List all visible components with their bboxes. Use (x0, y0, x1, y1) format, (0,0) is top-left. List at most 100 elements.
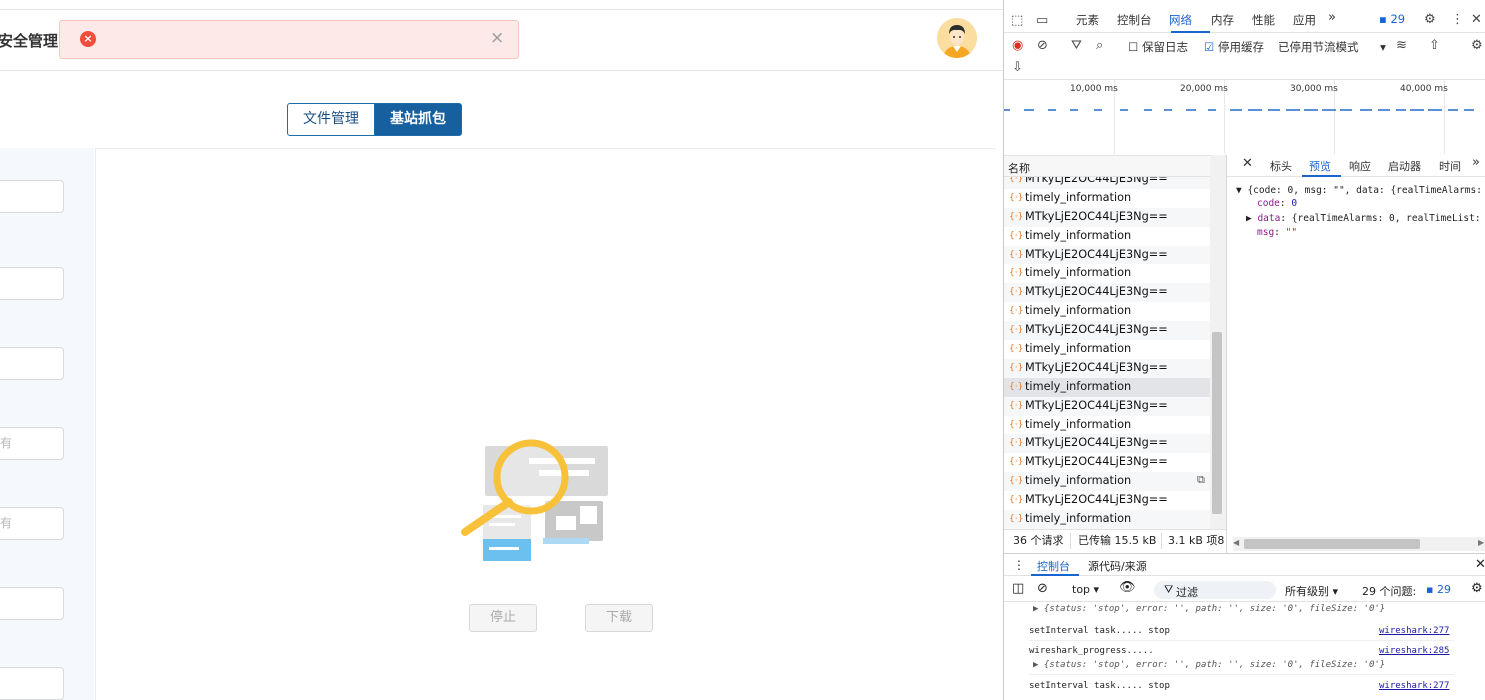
request-row[interactable]: {·} MTkyLjE2OC44LjE3Ng== (1004, 434, 1210, 454)
request-row[interactable]: {·} MTkyLjE2OC44LjE3Ng== (1004, 453, 1210, 472)
filter-select-5[interactable]: 有 (0, 507, 64, 540)
timeline-request-mark (1464, 109, 1474, 111)
close-devtools-icon[interactable]: ✕ (1471, 12, 1482, 28)
network-conditions-icon[interactable]: ≋ (1396, 38, 1407, 54)
stop-button[interactable]: 停止 (469, 604, 537, 632)
request-row[interactable]: {·} MTkyLjE2OC44LjE3Ng== (1004, 396, 1210, 416)
tab-initiator[interactable]: 启动器 (1388, 158, 1421, 174)
console-log-text: setInterval task..... stop (1029, 626, 1170, 636)
request-row[interactable]: {·} timely_information (1004, 472, 1210, 492)
request-row[interactable]: {·} timely_information (1004, 227, 1210, 246)
network-settings-icon[interactable]: ⚙ (1471, 38, 1483, 54)
request-name: MTkyLjE2OC44LjE3Ng== (1025, 323, 1168, 337)
request-name: MTkyLjE2OC44LjE3Ng== (1025, 398, 1168, 412)
search-icon[interactable]: ⌕ (1096, 38, 1103, 54)
preview-hscroll-thumb[interactable] (1244, 539, 1420, 549)
console-filter-input[interactable]: ⛛ 过滤 (1154, 581, 1276, 599)
name-column-header[interactable]: 名称 (1008, 160, 1030, 176)
scroll-left-icon[interactable]: ◀ (1233, 538, 1239, 547)
filter-input-7[interactable] (0, 667, 64, 700)
timeline-request-mark (1378, 109, 1390, 111)
drawer-menu-icon[interactable]: ⋮ (1013, 558, 1025, 572)
download-button[interactable]: 下载 (585, 604, 653, 632)
request-row[interactable]: {·} MTkyLjE2OC44LjE3Ng== (1004, 207, 1210, 227)
request-row[interactable]: {·} timely_information (1004, 189, 1210, 208)
console-log-source-link[interactable]: wireshark:277 (1379, 681, 1449, 691)
xhr-request-icon: {·} (1009, 476, 1024, 487)
json-data-line[interactable]: ▶ data: {realTimeAlarms: 0, realTimeList… (1246, 213, 1485, 224)
request-row[interactable]: {·} MTkyLjE2OC44LjE3Ng== (1004, 245, 1210, 265)
scroll-right-icon[interactable]: ▶ (1478, 538, 1484, 547)
open-in-new-icon[interactable]: ⧉ (1197, 473, 1205, 487)
more-detail-tabs-icon[interactable]: » (1472, 155, 1480, 170)
tab-preview[interactable]: 预览 (1309, 158, 1331, 174)
filter-input-2[interactable] (0, 267, 64, 300)
preview-tab-indicator (1302, 175, 1341, 177)
request-row[interactable]: {·} MTkyLjE2OC44LjE3Ng== (1004, 491, 1210, 510)
sidebar-toggle-icon[interactable]: ◫ (1012, 581, 1024, 596)
drawer-tab-sources[interactable]: 源代码/来源 (1088, 558, 1147, 574)
devtools-tab-console[interactable]: 控制台 (1117, 12, 1152, 28)
filter-input-6[interactable] (0, 587, 64, 620)
close-drawer-icon[interactable]: ✕ (1475, 557, 1485, 572)
throttle-select[interactable]: 已停用节流模式 ▾ (1278, 39, 1386, 55)
live-expression-eye-icon[interactable]: 👁 (1119, 580, 1136, 595)
tab-response[interactable]: 响应 (1349, 158, 1371, 174)
request-row[interactable]: {·} timely_information (1004, 302, 1210, 321)
import-har-icon[interactable]: ⇧ (1429, 38, 1440, 54)
record-stop-icon[interactable]: ◉ (1012, 38, 1023, 54)
console-issues-badge[interactable]: ▪ 29 (1426, 583, 1451, 596)
request-row[interactable]: {·} MTkyLjE2OC44LjE3Ng== (1004, 283, 1210, 303)
log-levels-select[interactable]: 所有级别 ▾ (1285, 583, 1338, 599)
request-row[interactable]: {·} MTkyLjE2OC44LjE3Ng== (1004, 358, 1210, 378)
tab-base-station-capture[interactable]: 基站抓包 (374, 103, 462, 136)
devtools-tab-network[interactable]: 网络 (1169, 12, 1192, 28)
more-tabs-icon[interactable]: » (1328, 10, 1336, 25)
filter-input-1[interactable] (0, 180, 64, 213)
request-list-scroll-thumb[interactable] (1212, 332, 1222, 514)
toast-close-icon[interactable]: × (490, 28, 504, 48)
request-row[interactable]: {·} timely_information (1004, 416, 1210, 435)
request-row[interactable]: {·} timely_information (1004, 510, 1210, 529)
issues-badge[interactable]: ▪ 29 (1379, 12, 1405, 26)
disable-cache-checkbox[interactable]: ☑ 停用缓存 (1204, 39, 1264, 55)
drawer-tab-console[interactable]: 控制台 (1037, 558, 1070, 574)
close-detail-icon[interactable]: ✕ (1242, 156, 1253, 171)
timeline-request-mark (1094, 109, 1102, 111)
request-row[interactable]: {·} MTkyLjE2OC44LjE3Ng== (1004, 177, 1210, 189)
request-row[interactable]: {·} timely_information (1004, 377, 1210, 397)
console-settings-icon[interactable]: ⚙ (1471, 581, 1483, 596)
settings-gear-icon[interactable]: ⚙ (1424, 12, 1436, 28)
console-log-source-link[interactable]: wireshark:285 (1379, 646, 1449, 656)
xhr-request-icon: {·} (1009, 268, 1024, 279)
json-code-key: code (1257, 198, 1280, 209)
clear-icon[interactable]: ⊘ (1037, 38, 1048, 54)
clear-console-icon[interactable]: ⊘ (1037, 581, 1048, 596)
split-divider[interactable] (1226, 155, 1227, 553)
request-row[interactable]: {·} timely_information (1004, 340, 1210, 359)
devtools-tab-elements[interactable]: 元素 (1076, 12, 1099, 28)
kebab-menu-icon[interactable]: ⋮ (1451, 12, 1464, 28)
devtools-tab-application[interactable]: 应用 (1293, 12, 1316, 28)
preserve-log-checkbox[interactable]: ☐ 保留日志 (1128, 39, 1188, 55)
timeline-request-mark (1070, 109, 1078, 111)
filter-select-4[interactable]: 有 (0, 427, 64, 460)
xhr-request-icon: {·} (1009, 230, 1024, 241)
json-root-line[interactable]: ▼ {code: 0, msg: "", data: {realTimeAlar… (1236, 185, 1485, 196)
context-select[interactable]: top ▾ (1072, 583, 1099, 596)
console-log-source-link[interactable]: wireshark:277 (1379, 626, 1449, 636)
export-har-icon[interactable]: ⇩ (1012, 60, 1023, 76)
user-avatar[interactable] (937, 18, 977, 58)
inspect-element-icon[interactable]: ⬚ (1011, 13, 1023, 29)
tab-timing[interactable]: 时间 (1439, 158, 1461, 174)
filter-input-3[interactable] (0, 347, 64, 380)
devtools-tab-performance[interactable]: 性能 (1252, 12, 1275, 28)
devtools-tab-memory[interactable]: 内存 (1211, 12, 1234, 28)
xhr-request-icon: {·} (1009, 192, 1024, 203)
request-row[interactable]: {·} MTkyLjE2OC44LjE3Ng== (1004, 321, 1210, 341)
device-toolbar-icon[interactable]: ▭ (1036, 13, 1048, 29)
tab-file-management[interactable]: 文件管理 (287, 103, 375, 136)
filter-funnel-icon[interactable]: ⛛ (1071, 38, 1082, 54)
tab-headers[interactable]: 标头 (1270, 158, 1292, 174)
request-row[interactable]: {·} timely_information (1004, 264, 1210, 283)
